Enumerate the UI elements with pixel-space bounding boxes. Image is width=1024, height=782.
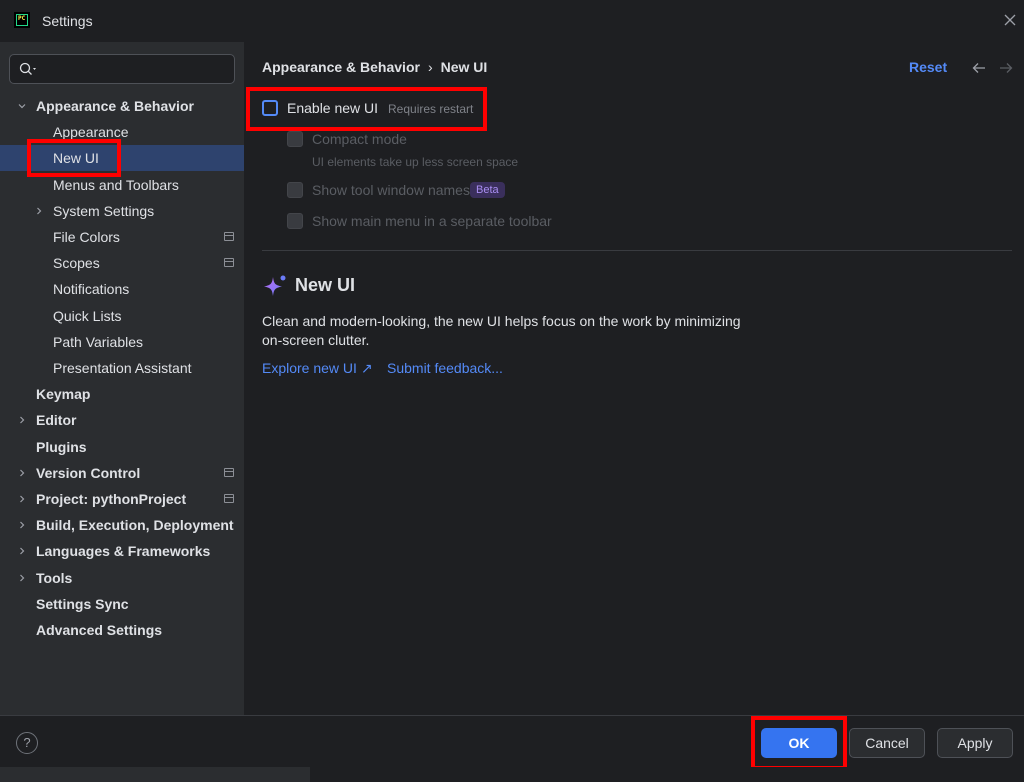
search-icon: [19, 62, 36, 75]
sidebar-item-build-execution-deployment[interactable]: Build, Execution, Deployment: [0, 512, 244, 538]
sidebar-item-version-control[interactable]: Version Control: [0, 460, 244, 486]
breadcrumb-separator: ›: [427, 59, 433, 75]
breadcrumb-current: New UI: [440, 59, 488, 75]
tool-window-names-label: Show tool window names: [312, 182, 470, 198]
settings-content: Appearance & Behavior › New UI Reset Enabl…: [244, 42, 1024, 715]
taskbar-strip: [0, 767, 1024, 782]
main-menu-toolbar-checkbox[interactable]: [287, 213, 303, 229]
sidebar-item-label: Quick Lists: [53, 307, 122, 324]
chevron-right-icon[interactable]: [35, 207, 43, 215]
chevron-right-icon[interactable]: [18, 547, 26, 555]
compact-mode-checkbox[interactable]: [287, 131, 303, 147]
sidebar-item-label: Path Variables: [53, 333, 144, 350]
help-button[interactable]: ?: [16, 732, 38, 754]
sidebar-item-label: Tools: [36, 569, 73, 586]
promo-description: Clean and modern-looking, the new UI hel…: [262, 313, 741, 348]
project-level-icon: [224, 232, 234, 241]
sidebar-item-label: Keymap: [36, 386, 91, 403]
sidebar-item-label: Scopes: [53, 255, 100, 272]
chevron-right-icon[interactable]: [18, 416, 26, 424]
apply-button[interactable]: Apply: [937, 728, 1013, 758]
tool-window-names-checkbox[interactable]: [287, 182, 303, 198]
title-bar: PC Settings: [0, 0, 1024, 42]
promo-title: New UI: [295, 275, 356, 295]
sidebar-item-scopes[interactable]: Scopes: [0, 250, 244, 276]
sidebar-item-label: System Settings: [53, 202, 155, 219]
forward-arrow-icon[interactable]: [999, 62, 1013, 74]
sidebar-item-label: Presentation Assistant: [53, 360, 192, 376]
sidebar-item-notifications[interactable]: Notifications: [0, 276, 244, 302]
annotation-highlight-ok: [751, 716, 847, 770]
sidebar-item-advanced-settings[interactable]: Advanced Settings: [0, 617, 244, 643]
sidebar-item-label: Advanced Settings: [36, 622, 163, 638]
sidebar-item-project-pythonproject[interactable]: Project: pythonProject: [0, 486, 244, 512]
sidebar-item-label: Languages & Frameworks: [36, 543, 211, 560]
back-arrow-icon[interactable]: [972, 62, 986, 74]
main-menu-toolbar-label: Show main menu in a separate toolbar: [312, 213, 552, 229]
sidebar-item-quick-lists[interactable]: Quick Lists: [0, 303, 244, 329]
chevron-down-icon[interactable]: [18, 102, 26, 110]
sparkle-icon: [264, 275, 286, 296]
sidebar-item-tools[interactable]: Tools: [0, 565, 244, 591]
sidebar-item-presentation-assistant[interactable]: Presentation Assistant: [0, 355, 244, 381]
pycharm-icon: PC: [14, 12, 30, 28]
chevron-right-icon[interactable]: [18, 521, 26, 529]
breadcrumb: Appearance & Behavior › New UI: [262, 59, 487, 75]
sidebar-item-label: Editor: [36, 412, 77, 429]
reset-link[interactable]: Reset: [909, 59, 947, 75]
sidebar-item-appearance-behavior[interactable]: Appearance & Behavior: [0, 93, 244, 119]
sidebar-item-languages-frameworks[interactable]: Languages & Frameworks: [0, 538, 244, 564]
chevron-right-icon[interactable]: [18, 574, 26, 582]
search-box[interactable]: [9, 54, 235, 84]
sidebar-item-settings-sync[interactable]: Settings Sync: [0, 591, 244, 617]
sidebar-item-system-settings[interactable]: System Settings: [0, 198, 244, 224]
sidebar-item-keymap[interactable]: Keymap: [0, 381, 244, 407]
chevron-right-icon[interactable]: [18, 495, 26, 503]
window-title: Settings: [42, 13, 93, 29]
chevron-right-icon[interactable]: [18, 469, 26, 477]
sidebar-item-label: Project: pythonProject: [36, 491, 187, 507]
explore-new-ui-link[interactable]: Explore new UI ↗: [262, 360, 373, 377]
sidebar-item-label: Version Control: [36, 464, 141, 481]
beta-badge: Beta: [470, 182, 505, 198]
submit-feedback-link[interactable]: Submit feedback...: [387, 360, 503, 376]
close-icon[interactable]: [1002, 12, 1018, 28]
annotation-highlight-new-ui: [27, 139, 121, 177]
project-level-icon: [224, 258, 234, 268]
sidebar-item-plugins[interactable]: Plugins: [0, 434, 244, 460]
breadcrumb-parent[interactable]: Appearance & Behavior: [262, 59, 420, 75]
sidebar-item-label: Plugins: [36, 438, 87, 455]
compact-mode-hint: UI elements take up less screen space: [312, 155, 519, 169]
sidebar-item-label: Build, Execution, Deployment: [36, 517, 234, 534]
sidebar-item-editor[interactable]: Editor: [0, 407, 244, 433]
project-level-icon: [224, 494, 234, 503]
compact-mode-label: Compact mode: [312, 131, 407, 147]
sidebar-item-label: File Colors: [53, 229, 120, 245]
annotation-highlight-enable: [246, 87, 487, 131]
footer-divider: [0, 715, 1024, 716]
sidebar-item-label: Notifications: [53, 281, 130, 298]
sidebar-item-file-colors[interactable]: File Colors: [0, 224, 244, 250]
sidebar-item-label: Appearance & Behavior: [36, 98, 194, 114]
sidebar-item-label: Settings Sync: [36, 595, 129, 612]
project-level-icon: [224, 467, 234, 477]
cancel-button[interactable]: Cancel: [849, 728, 925, 758]
search-input[interactable]: [46, 60, 226, 78]
divider: [262, 250, 1012, 251]
sidebar-item-path-variables[interactable]: Path Variables: [0, 329, 244, 355]
